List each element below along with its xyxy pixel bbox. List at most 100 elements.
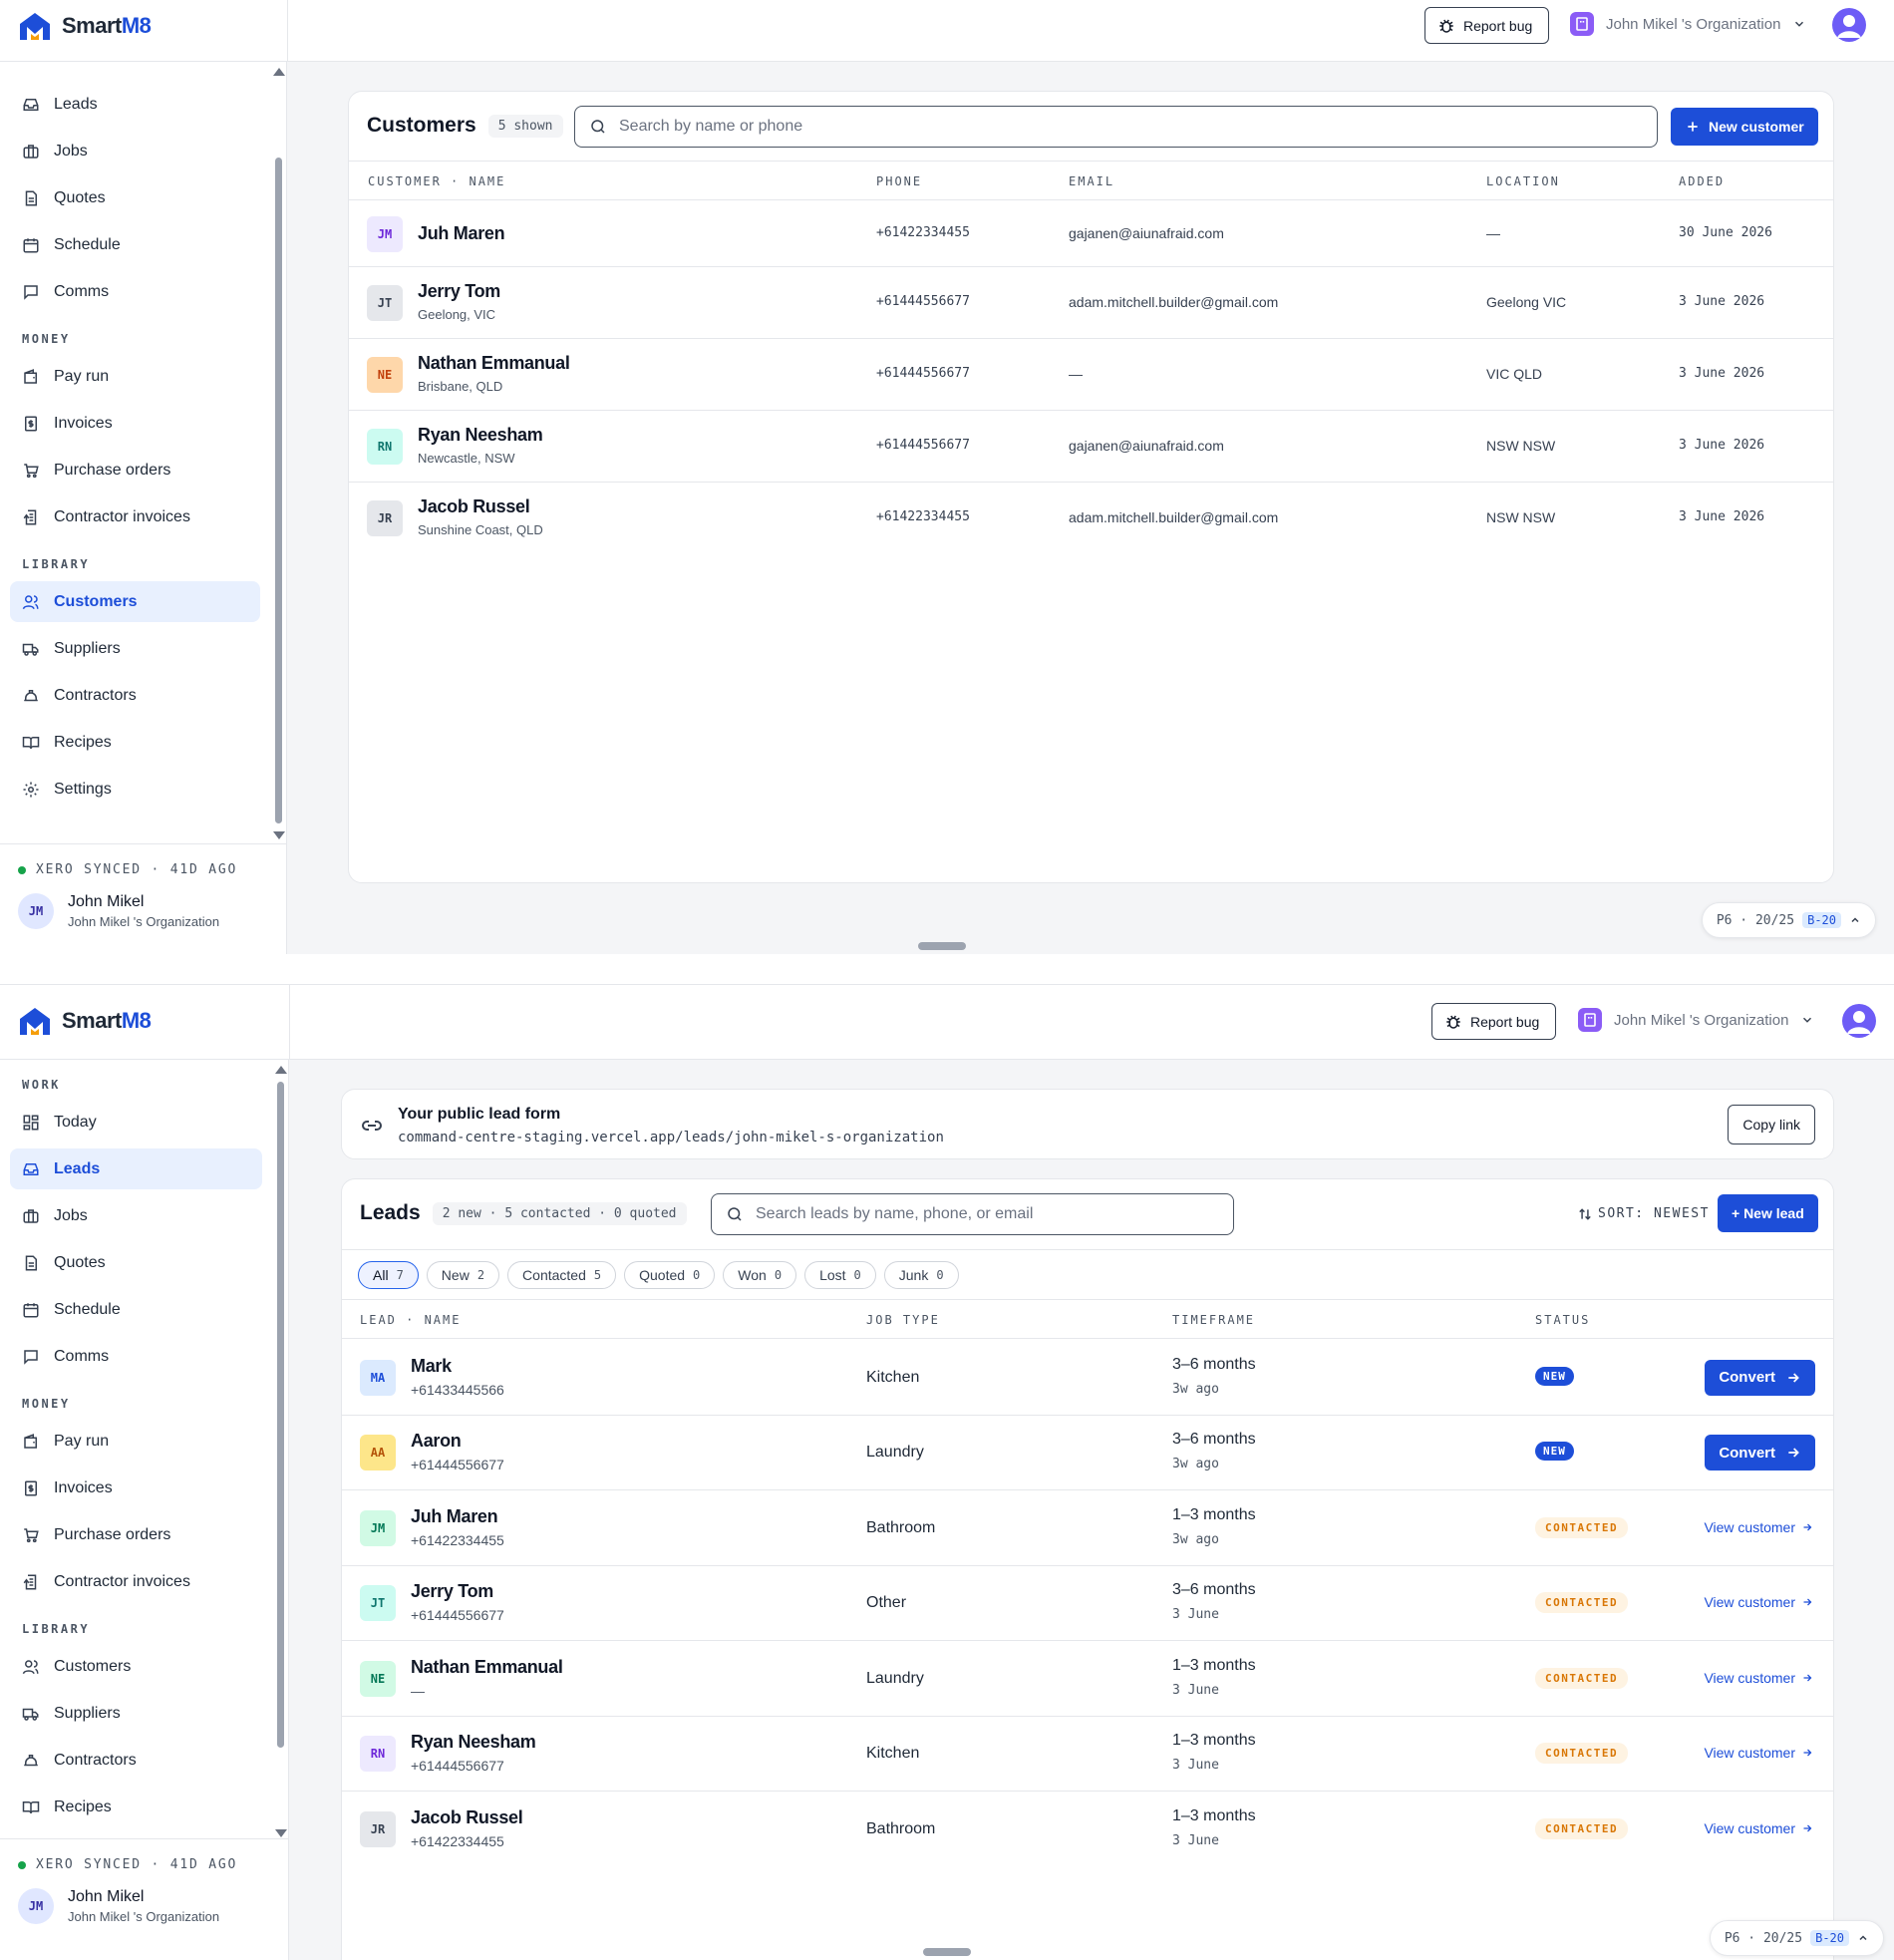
filter-tab-count: 0: [853, 1268, 861, 1282]
table-row[interactable]: RN Ryan Neesham +61444556677 Kitchen 1–3 mon…: [342, 1717, 1833, 1792]
lead-name[interactable]: Jacob Russel: [411, 1807, 523, 1828]
sidebar-item-settings[interactable]: Settings: [10, 769, 260, 810]
customer-name[interactable]: Nathan Emmanual: [418, 353, 570, 374]
column-header-name[interactable]: CUSTOMER · NAME: [368, 174, 505, 188]
sidebar-item-customers[interactable]: Customers: [10, 1646, 262, 1687]
view-customer-link[interactable]: View customer: [1704, 1670, 1813, 1686]
customer-name[interactable]: Ryan Neesham: [418, 425, 543, 446]
new-customer-button[interactable]: New customer: [1671, 108, 1818, 146]
logo[interactable]: SmartM8: [18, 10, 152, 42]
sidebar-item-purchase-orders[interactable]: Purchase orders: [10, 1514, 262, 1555]
sidebar-item-contractor-invoices[interactable]: Contractor invoices: [10, 496, 260, 537]
table-row[interactable]: JM Juh Maren +61422334455 Bathroom 1–3 month…: [342, 1490, 1833, 1566]
table-row[interactable]: NE Nathan Emmanual Brisbane, QLD +614445566…: [349, 339, 1833, 411]
sidebar-item-schedule[interactable]: Schedule: [10, 224, 260, 265]
column-header-location[interactable]: LOCATION: [1486, 174, 1560, 188]
convert-button[interactable]: Convert: [1705, 1435, 1815, 1471]
view-customer-link[interactable]: View customer: [1704, 1519, 1813, 1535]
table-row[interactable]: JM Juh Maren +61422334455 gajanen@aiunafrai…: [349, 201, 1833, 267]
sidebar-item-leads[interactable]: Leads: [10, 1148, 262, 1189]
copy-link-button[interactable]: Copy link: [1728, 1105, 1815, 1144]
resize-handle[interactable]: [918, 942, 966, 950]
table-row[interactable]: JT Jerry Tom +61444556677 Other 3–6 months 3 …: [342, 1566, 1833, 1641]
logo[interactable]: SmartM8: [18, 1005, 152, 1037]
table-row[interactable]: JR Jacob Russel Sunshine Coast, QLD +614223…: [349, 483, 1833, 554]
sidebar-scrollbar[interactable]: [275, 1064, 287, 1841]
sidebar-item-contractor-invoices[interactable]: Contractor invoices: [10, 1561, 262, 1602]
user-avatar-icon[interactable]: [1842, 1004, 1876, 1038]
filter-tab-new[interactable]: New 2: [426, 1261, 500, 1289]
lead-name[interactable]: Juh Maren: [411, 1506, 498, 1527]
filter-tab-quoted[interactable]: Quoted 0: [624, 1261, 716, 1289]
user-profile[interactable]: JM John Mikel John Mikel 's Organization: [0, 1872, 288, 1924]
filter-tab-won[interactable]: Won 0: [723, 1261, 797, 1289]
column-header-status[interactable]: STATUS: [1535, 1313, 1590, 1327]
filter-tab-lost[interactable]: Lost 0: [804, 1261, 876, 1289]
invoice-icon: [25, 1480, 37, 1495]
sidebar-item-jobs[interactable]: Jobs: [10, 131, 260, 171]
convert-button[interactable]: Convert: [1705, 1359, 1815, 1396]
lead-name[interactable]: Aaron: [411, 1431, 462, 1452]
column-header-email[interactable]: EMAIL: [1069, 174, 1114, 188]
lead-name[interactable]: Nathan Emmanual: [411, 1657, 563, 1678]
sidebar-item-suppliers[interactable]: Suppliers: [10, 628, 260, 669]
sidebar-item-customers[interactable]: Customers: [10, 581, 260, 622]
org-switcher[interactable]: John Mikel 's Organization: [1578, 1008, 1814, 1032]
table-row[interactable]: AA Aaron +61444556677 Laundry 3–6 months 3w a…: [342, 1416, 1833, 1490]
convert-label: Convert: [1719, 1444, 1775, 1462]
sidebar-item-leads[interactable]: Leads: [10, 84, 260, 125]
view-customer-link[interactable]: View customer: [1704, 1820, 1813, 1836]
report-bug-button[interactable]: Report bug: [1424, 7, 1550, 44]
table-row[interactable]: RN Ryan Neesham Newcastle, NSW +61444556677…: [349, 411, 1833, 483]
sidebar-item-quotes[interactable]: Quotes: [10, 177, 260, 218]
filter-tab-all[interactable]: All 7: [358, 1261, 419, 1289]
sidebar-item-contractors[interactable]: Contractors: [10, 1740, 262, 1781]
column-header-timeframe[interactable]: TIMEFRAME: [1172, 1313, 1255, 1327]
search-input[interactable]: Search by name or phone: [574, 106, 1658, 148]
org-switcher[interactable]: John Mikel 's Organization: [1570, 12, 1806, 36]
customer-name[interactable]: Jerry Tom: [418, 281, 500, 302]
sidebar-item-invoices[interactable]: Invoices: [10, 403, 260, 444]
sidebar-item-comms[interactable]: Comms: [10, 271, 260, 312]
column-header-added[interactable]: ADDED: [1679, 174, 1725, 188]
table-row[interactable]: NE Nathan Emmanual — Laundry 1–3 months 3 Jun…: [342, 1641, 1833, 1717]
user-profile[interactable]: JM John Mikel John Mikel 's Organization: [0, 877, 286, 929]
search-input[interactable]: Search leads by name, phone, or email: [711, 1193, 1234, 1235]
sidebar-item-recipes[interactable]: Recipes: [10, 1787, 262, 1827]
view-customer-link[interactable]: View customer: [1704, 1745, 1813, 1761]
resize-handle[interactable]: [923, 1948, 971, 1956]
sidebar-item-purchase-orders[interactable]: Purchase orders: [10, 450, 260, 490]
sidebar-item-contractors[interactable]: Contractors: [10, 675, 260, 716]
sidebar-item-invoices[interactable]: Invoices: [10, 1468, 262, 1508]
lead-name[interactable]: Jerry Tom: [411, 1581, 493, 1602]
column-header-name[interactable]: LEAD · NAME: [360, 1313, 461, 1327]
filter-tab-contacted[interactable]: Contacted 5: [507, 1261, 617, 1289]
sidebar-item-pay-run[interactable]: Pay run: [10, 356, 260, 397]
customer-name[interactable]: Jacob Russel: [418, 496, 530, 517]
sidebar-item-suppliers[interactable]: Suppliers: [10, 1693, 262, 1734]
debug-chip[interactable]: P6 · 20/25 B-20: [1701, 902, 1876, 938]
sidebar-item-recipes[interactable]: Recipes: [10, 722, 260, 763]
debug-chip[interactable]: P6 · 20/25 B-20: [1709, 1920, 1884, 1956]
table-row[interactable]: MA Mark +61433445566 Kitchen 3–6 months 3w ag…: [342, 1340, 1833, 1416]
lead-name[interactable]: Mark: [411, 1356, 452, 1377]
lead-name[interactable]: Ryan Neesham: [411, 1732, 536, 1753]
column-header-job-type[interactable]: JOB TYPE: [866, 1313, 940, 1327]
report-bug-button[interactable]: Report bug: [1431, 1003, 1557, 1040]
sort-control[interactable]: SORT: NEWEST: [1578, 1206, 1710, 1221]
table-row[interactable]: JT Jerry Tom Geelong, VIC +61444556677 adam.…: [349, 267, 1833, 339]
sidebar-item-schedule[interactable]: Schedule: [10, 1289, 262, 1330]
column-header-phone[interactable]: PHONE: [876, 174, 922, 188]
sidebar-item-today[interactable]: Today: [10, 1102, 262, 1143]
sidebar-scrollbar[interactable]: [273, 66, 285, 839]
sidebar-item-quotes[interactable]: Quotes: [10, 1242, 262, 1283]
filter-tab-junk[interactable]: Junk 0: [883, 1261, 959, 1289]
sidebar-item-comms[interactable]: Comms: [10, 1336, 262, 1377]
table-row[interactable]: JR Jacob Russel +61422334455 Bathroom 1–3 mo…: [342, 1792, 1833, 1867]
new-lead-button[interactable]: + New lead: [1718, 1194, 1818, 1232]
view-customer-link[interactable]: View customer: [1704, 1594, 1813, 1610]
user-avatar-icon[interactable]: [1832, 8, 1866, 42]
customer-name[interactable]: Juh Maren: [418, 223, 505, 244]
sidebar-item-jobs[interactable]: Jobs: [10, 1195, 262, 1236]
sidebar-item-pay-run[interactable]: Pay run: [10, 1421, 262, 1462]
